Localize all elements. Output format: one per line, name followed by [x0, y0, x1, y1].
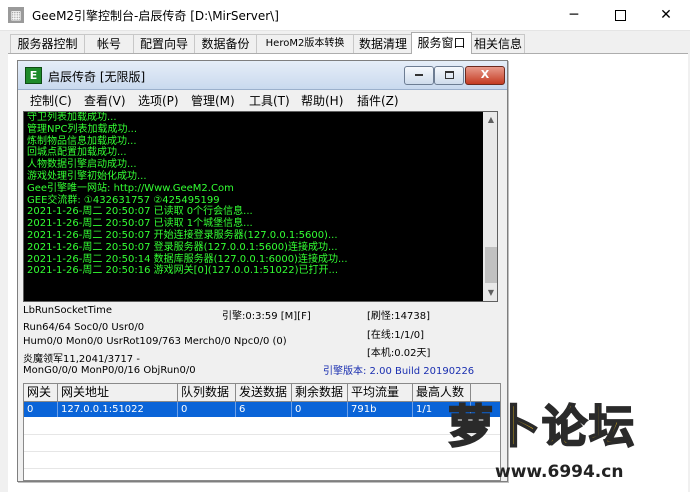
tab-config-wizard[interactable]: 配置向导	[133, 34, 195, 53]
scroll-thumb[interactable]	[485, 247, 497, 283]
column-header[interactable]: 网关	[24, 384, 58, 401]
log-line: 炼制物品信息加载成功...	[27, 135, 137, 147]
log-line: 管理NPC列表加载成功...	[27, 123, 138, 135]
scroll-down-icon[interactable]: ▼	[483, 285, 497, 301]
table-cell: 127.0.0.1:51022	[58, 402, 178, 417]
log-line: 2021-1-26-周二 20:50:16 游戏网关[0](127.0.0.1:…	[27, 265, 339, 277]
menu-help[interactable]: 帮助(H)	[301, 92, 343, 109]
log-line: 2021-1-26-周二 20:50:07 登录服务器(127.0.0.1:56…	[27, 241, 338, 253]
minimize-icon	[415, 74, 423, 76]
watermark-logo: 萝卜论坛	[447, 399, 637, 454]
engine-version: 引擎版本: 2.00 Build 20190226	[323, 366, 475, 377]
forum-watermark: 萝卜论坛 www.6994.cn	[440, 380, 685, 488]
log-lines: 守卫列表加载成功... 管理NPC列表加载成功... 炼制物品信息加载成功...…	[27, 112, 481, 277]
maximize-icon	[614, 9, 626, 21]
maximize-button[interactable]	[597, 0, 643, 30]
tab-related-info[interactable]: 相关信息	[471, 34, 525, 53]
app-icon: ▦	[8, 7, 24, 23]
column-header[interactable]: 队列数据	[178, 384, 236, 401]
log-line: 回城点配置加载成功...	[27, 147, 127, 159]
menu-control[interactable]: 控制(C)	[30, 92, 72, 109]
log-line: Gee引擎唯一网站: http://Www.GeeM2.Com	[27, 182, 234, 194]
table-cell: 6	[236, 402, 292, 417]
menu-plugins[interactable]: 插件(Z)	[357, 92, 399, 109]
maximize-icon	[444, 71, 454, 79]
tab-service-window[interactable]: 服务窗口	[411, 32, 472, 54]
table-row[interactable]: 0 127.0.0.1:51022 0 6 0 791b 1/1	[24, 402, 500, 417]
socket-time-label: LbRunSocketTime	[23, 305, 113, 316]
log-line: 2021-1-26-周二 20:50:14 数据库服务器(127.0.0.1:6…	[27, 253, 348, 265]
gateway-table: 网关 网关地址 队列数据 发送数据 剩余数据 平均流量 最高人数 0 127.0…	[23, 383, 501, 481]
column-header[interactable]: 网关地址	[58, 384, 178, 401]
table-cell: 0	[292, 402, 348, 417]
local-uptime: [本机:0.02天]	[367, 348, 431, 359]
mongen-stats: MonG0/0/0 MonP0/0/16 ObjRun0/0	[23, 365, 196, 376]
watermark-url: www.6994.cn	[495, 462, 624, 482]
server-window-title: 启辰传奇 [无限版]	[48, 70, 146, 84]
online-count: [在线:1/1/0]	[367, 330, 424, 341]
monster-stats: 炎魔领军11,2041/3717 -	[23, 354, 140, 365]
tab-data-backup[interactable]: 数据备份	[194, 34, 257, 53]
menu-tools[interactable]: 工具(T)	[249, 92, 290, 109]
empty-row	[24, 418, 500, 435]
tab-server-control[interactable]: 服务器控制	[10, 34, 85, 53]
tab-data-cleanup[interactable]: 数据清理	[353, 34, 413, 53]
minimize-button[interactable]: ─	[551, 0, 597, 30]
engine-icon: E	[25, 67, 42, 84]
window-titlebar: ▦ GeeM2引擎控制台-启辰传奇 [D:\MirServer\] ─ ✕	[0, 0, 690, 31]
log-line: 2021-1-26-周二 20:50:07 已读取 1个城堡信息...	[27, 218, 253, 230]
inner-maximize-button[interactable]	[434, 66, 464, 85]
empty-row	[24, 452, 500, 469]
log-line: 2021-1-26-周二 20:50:07 开始连接登录服务器(127.0.0.…	[27, 229, 338, 241]
column-header[interactable]: 剩余数据	[292, 384, 348, 401]
menu-bar: 控制(C) 查看(V) 选项(P) 管理(M) 工具(T) 帮助(H) 插件(Z…	[18, 90, 507, 110]
menu-options[interactable]: 选项(P)	[138, 92, 179, 109]
log-line: 2021-1-26-周二 20:50:07 已读取 0个行会信息...	[27, 206, 253, 218]
column-header[interactable]: 平均流量	[348, 384, 413, 401]
server-window: E 启辰传奇 [无限版] X 控制(C) 查看(V) 选项(P) 管理(M) 工…	[17, 60, 508, 482]
window-title: GeeM2引擎控制台-启辰传奇 [D:\MirServer\]	[32, 9, 279, 23]
log-line: 人物数据引擎启动成功...	[27, 159, 137, 171]
menu-manage[interactable]: 管理(M)	[191, 92, 235, 109]
refresh-count: [刷怪:14738]	[367, 311, 430, 322]
table-cell: 791b	[348, 402, 413, 417]
log-line: 守卫列表加载成功...	[27, 112, 117, 123]
run-stats: Run64/64 Soc0/0 Usr0/0	[23, 322, 145, 333]
scroll-up-icon[interactable]: ▲	[483, 112, 497, 128]
table-cell: 0	[178, 402, 236, 417]
close-button[interactable]: ✕	[643, 0, 689, 30]
log-line: GEE交流群: ①432631757 ②425495199	[27, 194, 220, 206]
log-scrollbar[interactable]: ▲ ▼	[483, 112, 497, 301]
inner-close-button[interactable]: X	[465, 66, 505, 85]
log-line: 游戏处理引擎初始化成功...	[27, 170, 147, 182]
log-console[interactable]: 守卫列表加载成功... 管理NPC列表加载成功... 炼制物品信息加载成功...…	[23, 111, 498, 302]
empty-row	[24, 435, 500, 452]
table-cell: 0	[24, 402, 58, 417]
table-header: 网关 网关地址 队列数据 发送数据 剩余数据 平均流量 最高人数	[24, 384, 500, 402]
engine-time: 引擎:0:3:59 [M][F]	[222, 311, 311, 322]
tab-herom2-convert[interactable]: HeroM2版本转换	[256, 34, 354, 53]
hum-stats: Hum0/0 Mon0/0 UsrRot109/763 Merch0/0 Npc…	[23, 336, 287, 347]
inner-minimize-button[interactable]	[404, 66, 434, 85]
tab-account[interactable]: 帐号	[84, 34, 134, 53]
menu-view[interactable]: 查看(V)	[84, 92, 126, 109]
column-header[interactable]: 发送数据	[236, 384, 292, 401]
server-window-titlebar: E 启辰传奇 [无限版] X	[18, 61, 507, 90]
